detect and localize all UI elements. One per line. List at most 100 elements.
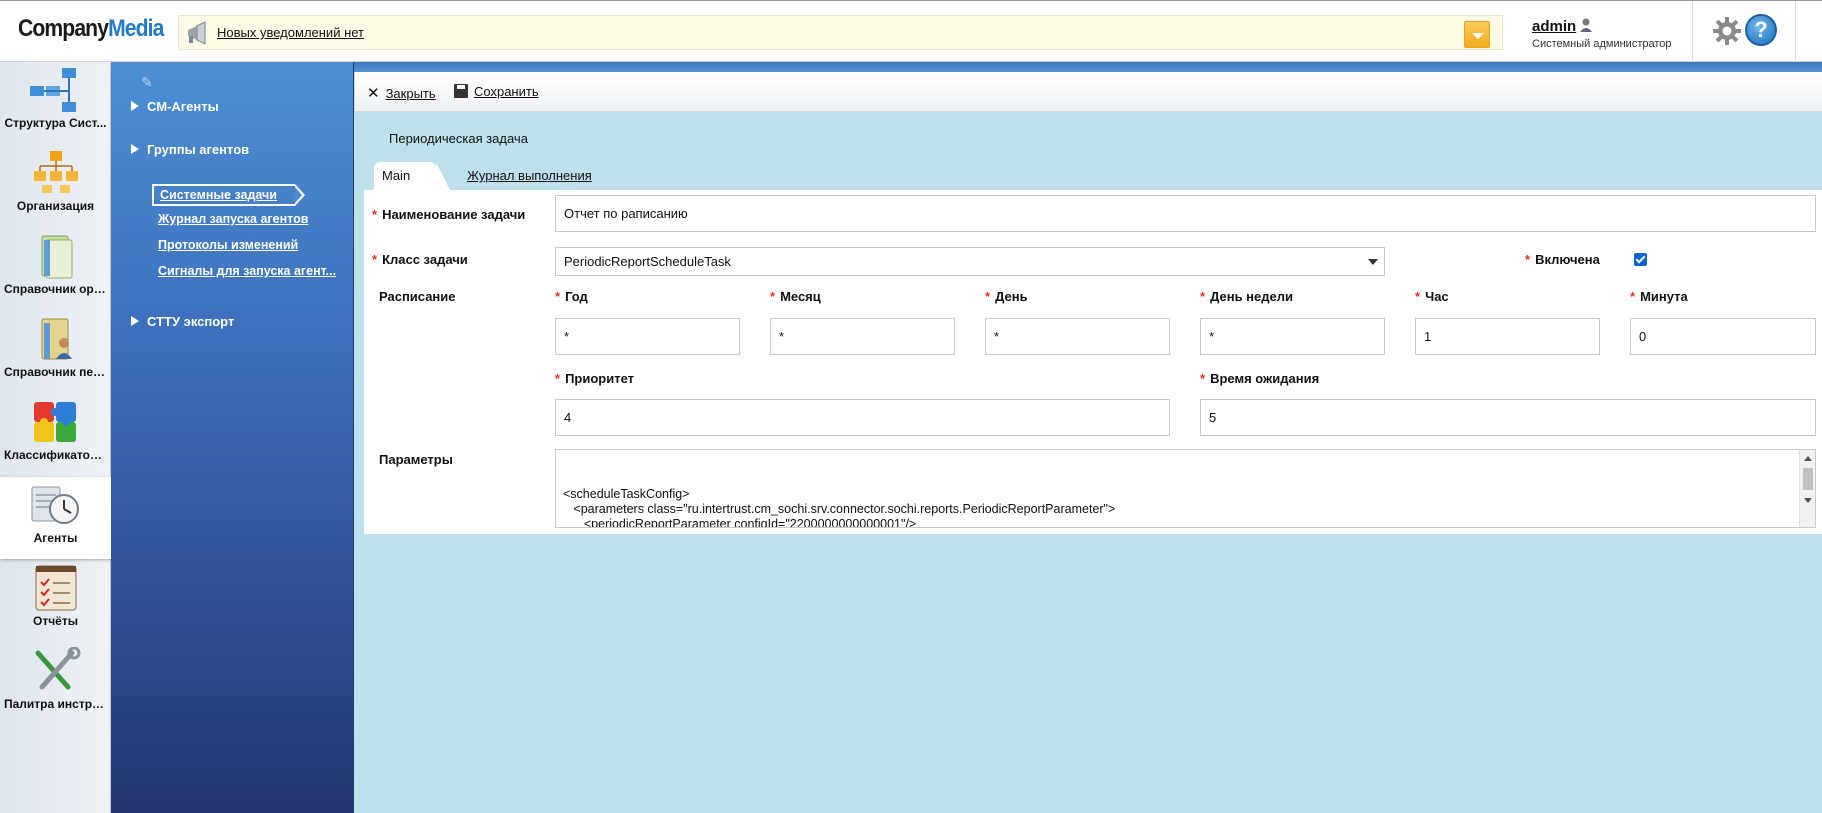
task-class-label: * Класс задачи (372, 252, 468, 267)
user-icon (1580, 18, 1593, 32)
required-marker: * (372, 252, 378, 267)
year-label: * Год (555, 289, 588, 304)
required-marker: * (555, 289, 561, 304)
tab-main[interactable]: Main (374, 162, 450, 190)
params-label: Параметры (379, 452, 453, 467)
enabled-checkbox[interactable] (1634, 253, 1647, 266)
tab-execution-log[interactable]: Журнал выполнения (467, 168, 592, 183)
reports-icon (35, 565, 77, 611)
required-marker: * (1200, 371, 1206, 386)
classifiers-icon (34, 402, 76, 442)
save-icon (454, 84, 468, 98)
organization-icon (34, 151, 78, 193)
user-info: admin Системный администратор (1532, 17, 1672, 50)
nav-link-agent-launch-log[interactable]: Журнал запуска агентов (158, 212, 308, 226)
tools-palette-icon (35, 647, 81, 690)
required-marker: * (1525, 252, 1531, 267)
rail-item-org-directory[interactable]: Справочник орг... (0, 228, 111, 310)
user-name-link[interactable]: admin (1532, 18, 1576, 35)
params-textarea[interactable]: <scheduleTaskConfig> <parameters class="… (555, 449, 1816, 528)
form-toolbar: ✕ Закрыть Сохранить (355, 72, 1822, 112)
rail-item-organization[interactable]: Организация (0, 145, 111, 227)
nav-group-sttu-export[interactable]: СТТУ экспорт (131, 314, 234, 329)
weekday-label: * День недели (1200, 289, 1293, 304)
rail-item-reports[interactable]: Отчёты (0, 560, 111, 642)
company-media-logo[interactable]: CompanyMedia (18, 15, 164, 43)
chevron-down-icon (1368, 259, 1378, 265)
header-divider (1795, 1, 1796, 63)
month-label: * Месяц (770, 289, 821, 304)
navigation-panel: ✎ СМ-Агенты Группы агентов Системные зад… (111, 62, 354, 813)
rail-item-tools-palette[interactable]: Палитра инстру... (0, 643, 111, 725)
nav-group-agent-groups[interactable]: Группы агентов (131, 142, 249, 157)
rail-item-label: Справочник пер... (4, 365, 111, 379)
priority-label: * Приоритет (555, 371, 635, 386)
user-role: Системный администратор (1532, 38, 1672, 50)
day-input[interactable]: * (985, 318, 1170, 355)
month-input[interactable]: * (770, 318, 955, 355)
notifications-text[interactable]: Новых уведомлений нет (217, 25, 364, 40)
rail-item-label: Структура Сист... (4, 116, 107, 130)
org-directory-icon (41, 235, 73, 279)
rail-item-label: Организация (16, 199, 95, 213)
required-marker: * (1200, 289, 1206, 304)
agents-icon (31, 486, 79, 524)
nav-link-agent-signals[interactable]: Сигналы для запуска агент... (158, 264, 336, 278)
rail-item-label: Отчёты (33, 614, 78, 628)
help-icon[interactable]: ? (1745, 14, 1777, 46)
rail-item-personnel-directory[interactable]: Справочник пер... (0, 311, 111, 393)
rail-item-label: Классификаторы (4, 448, 108, 462)
scroll-thumb[interactable] (1803, 468, 1813, 490)
expand-arrow-icon (131, 144, 139, 154)
rail-item-label: Агенты (33, 531, 78, 545)
params-scrollbar[interactable] (1799, 450, 1815, 527)
app-header: CompanyMedia Новых уведомлений нет admin… (0, 0, 1822, 63)
scroll-up-icon[interactable] (1804, 456, 1812, 461)
system-structure-icon (30, 68, 76, 112)
enabled-label: * Включена (1525, 252, 1600, 267)
minute-label: * Минута (1630, 289, 1688, 304)
year-input[interactable]: * (555, 318, 740, 355)
required-marker: * (770, 289, 776, 304)
hour-label: * Час (1415, 289, 1449, 304)
hour-input[interactable]: 1 (1415, 318, 1600, 355)
weekday-input[interactable]: * (1200, 318, 1385, 355)
timeout-label: * Время ожидания (1200, 371, 1320, 386)
module-rail: Структура Сист... Организация Справочник… (0, 62, 130, 813)
required-marker: * (555, 371, 561, 386)
form-title: Периодическая задача (389, 131, 528, 146)
priority-input[interactable]: 4 (555, 399, 1170, 436)
personnel-directory-icon (41, 318, 72, 360)
minute-input[interactable]: 0 (1630, 318, 1816, 355)
scroll-down-icon[interactable] (1804, 498, 1812, 503)
rail-item-label: Палитра инстру... (4, 697, 108, 711)
nav-link-change-protocols[interactable]: Протоколы изменений (158, 238, 298, 252)
required-marker: * (985, 289, 991, 304)
rail-item-label: Справочник орг... (4, 282, 108, 296)
expand-arrow-icon (131, 316, 139, 326)
task-name-label: * Наименование задачи (372, 207, 526, 222)
nav-group-cm-agents[interactable]: СМ-Агенты (131, 99, 219, 114)
header-divider (1692, 1, 1693, 63)
rail-item-classifiers[interactable]: Классификаторы (0, 394, 111, 476)
notifications-dropdown-button[interactable] (1464, 21, 1490, 48)
rail-item-agents[interactable]: Агенты (0, 477, 130, 559)
rail-item-system-structure[interactable]: Структура Сист... (0, 62, 111, 144)
required-marker: * (1415, 289, 1421, 304)
close-button[interactable]: ✕ Закрыть (367, 84, 436, 102)
pin-icon[interactable]: ✎ (141, 74, 155, 90)
schedule-label: Расписание (379, 289, 456, 304)
task-class-select[interactable]: PeriodicReportScheduleTask (555, 247, 1385, 276)
save-button[interactable]: Сохранить (454, 84, 539, 99)
timeout-input[interactable]: 5 (1200, 399, 1816, 436)
notifications-bar: Новых уведомлений нет (178, 15, 1503, 50)
task-name-input[interactable]: Отчет по раписанию (555, 195, 1816, 232)
megaphone-icon (188, 21, 206, 45)
day-label: * День (985, 289, 1028, 304)
nav-link-system-tasks[interactable]: Системные задачи (152, 184, 305, 206)
expand-arrow-icon (131, 101, 139, 111)
params-text: <scheduleTaskConfig> <parameters class="… (563, 487, 1116, 528)
gear-icon[interactable] (1712, 16, 1742, 46)
close-icon: ✕ (367, 85, 380, 102)
required-marker: * (1630, 289, 1636, 304)
